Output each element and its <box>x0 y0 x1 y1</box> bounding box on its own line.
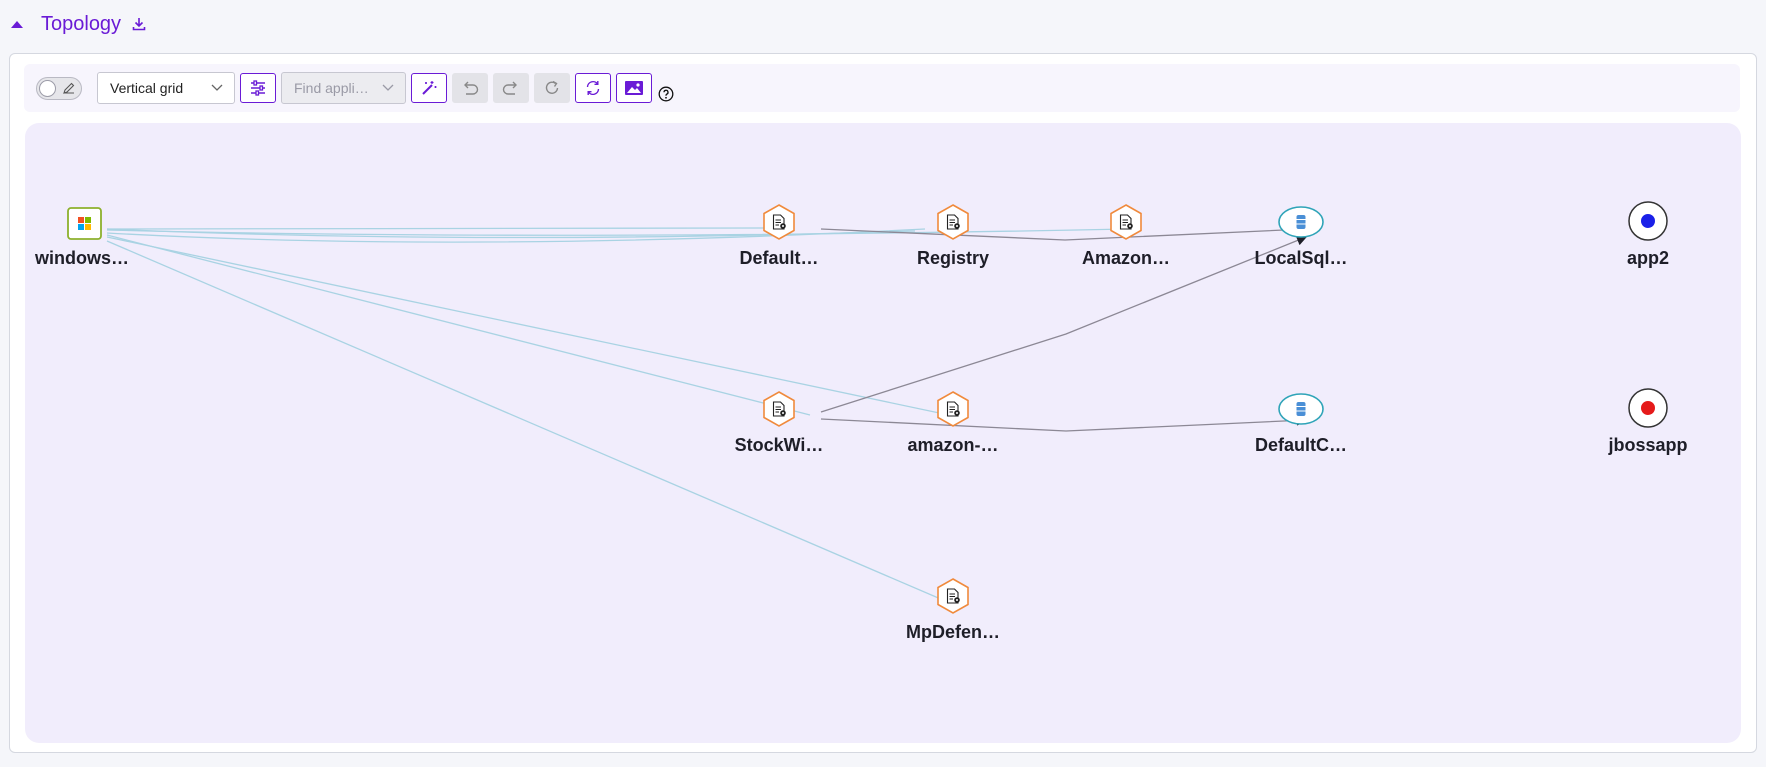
topology-header: Topology <box>8 8 147 40</box>
status-dot <box>1641 214 1655 228</box>
refresh-button[interactable] <box>575 73 611 103</box>
node-label-windows: windows… <box>35 248 129 268</box>
filter-settings-button[interactable] <box>240 73 276 103</box>
chevron-down-icon <box>382 84 394 91</box>
node-app2[interactable] <box>1628 201 1668 241</box>
auto-layout-button[interactable] <box>411 73 447 103</box>
export-icon[interactable] <box>131 16 147 32</box>
image-export-icon <box>625 81 643 95</box>
node-label-localsql: LocalSql… <box>1254 248 1348 268</box>
toggle-knob <box>39 80 56 97</box>
collapse-caret-icon[interactable] <box>11 20 23 28</box>
redo-icon <box>502 81 517 95</box>
find-application-placeholder: Find appli… <box>294 80 369 96</box>
undo-button[interactable] <box>452 73 488 103</box>
page-title: Topology <box>41 12 122 35</box>
pencil-icon <box>63 82 75 94</box>
host-edges <box>106 227 1128 604</box>
refresh-icon <box>586 80 600 96</box>
node-windows[interactable] <box>67 207 102 240</box>
status-dot <box>1641 401 1655 415</box>
node-label-app2: app2 <box>1626 248 1670 268</box>
database-icon <box>1296 215 1306 229</box>
dependency-edges <box>820 224 1308 432</box>
magic-wand-icon <box>422 81 437 95</box>
node-jbossapp[interactable] <box>1628 388 1668 428</box>
help-icon[interactable] <box>658 86 674 102</box>
topology-canvas[interactable]: windows… Default… Registry Amazon… Local… <box>25 123 1741 743</box>
node-label-defaultc: DefaultC… <box>1254 435 1348 455</box>
node-localsql[interactable] <box>1278 206 1324 238</box>
node-label-stockwi: StockWi… <box>734 435 824 455</box>
node-amazon-dash[interactable] <box>937 391 969 427</box>
topology-graph[interactable] <box>25 123 1741 743</box>
filter-settings-icon <box>251 80 265 96</box>
node-registry[interactable] <box>937 204 969 240</box>
undo-icon <box>464 81 479 95</box>
node-default-app[interactable] <box>763 204 795 240</box>
find-application-select[interactable]: Find appli… <box>281 72 406 104</box>
redo-button[interactable] <box>493 73 529 103</box>
node-defaultc[interactable] <box>1278 393 1324 425</box>
node-mpdefen[interactable] <box>937 578 969 614</box>
node-label-default-app: Default… <box>739 248 819 268</box>
node-label-amazon-app: Amazon… <box>1081 248 1171 268</box>
node-label-jbossapp: jbossapp <box>1608 435 1688 455</box>
chevron-down-icon <box>211 84 223 91</box>
reload-icon <box>545 80 559 94</box>
database-icon <box>1296 402 1306 416</box>
export-image-button[interactable] <box>616 73 652 103</box>
node-amazon-app[interactable] <box>1110 204 1142 240</box>
reload-button[interactable] <box>534 73 570 103</box>
layout-select[interactable]: Vertical grid <box>97 72 235 104</box>
node-stockwi[interactable] <box>763 391 795 427</box>
node-label-mpdefen: MpDefen… <box>906 622 1000 642</box>
node-label-amazon-dash: amazon-… <box>907 435 999 455</box>
edit-mode-toggle[interactable] <box>36 77 82 100</box>
node-label-registry: Registry <box>916 248 990 268</box>
layout-select-value: Vertical grid <box>110 80 184 96</box>
